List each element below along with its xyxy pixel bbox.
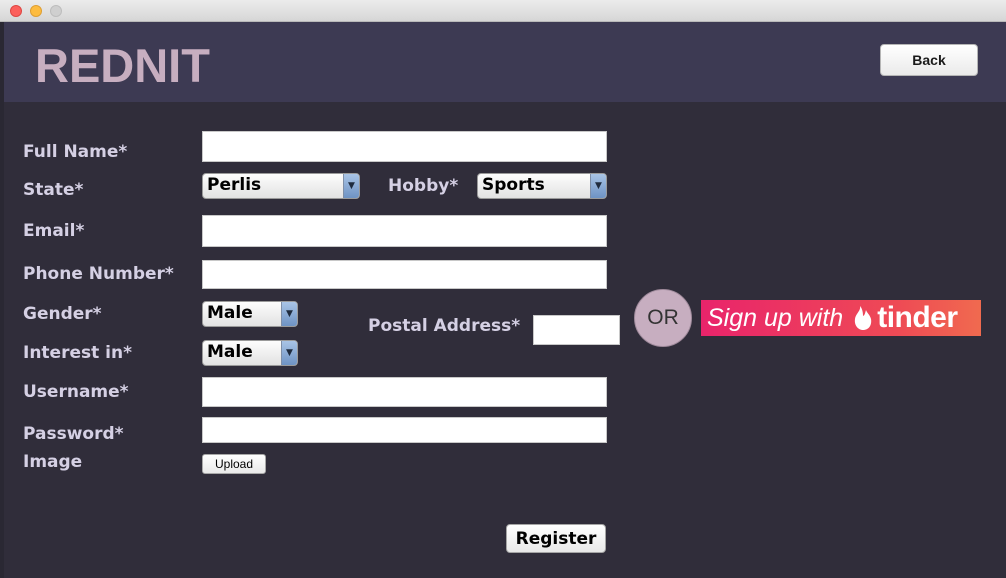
- tinder-signup-button[interactable]: Sign up with tinder: [701, 300, 981, 336]
- interest-select-value: Male: [207, 342, 253, 362]
- state-select[interactable]: Perlis ▼: [202, 173, 360, 199]
- tinder-signup-text: Sign up with: [707, 303, 844, 332]
- chevron-down-icon: ▼: [343, 174, 359, 198]
- password-label: Password*: [23, 424, 124, 444]
- chevron-down-icon: ▼: [281, 341, 297, 365]
- flame-icon: [855, 306, 872, 330]
- window-minimize-button[interactable]: [30, 5, 42, 17]
- interest-select[interactable]: Male ▼: [202, 340, 298, 366]
- window-titlebar: [0, 0, 1006, 22]
- password-input[interactable]: [202, 417, 607, 443]
- window-frame: [0, 22, 4, 578]
- chevron-down-icon: ▼: [590, 174, 606, 198]
- postal-address-input[interactable]: [533, 315, 620, 345]
- window-close-button[interactable]: [10, 5, 22, 17]
- interest-label: Interest in*: [23, 343, 132, 363]
- username-label: Username*: [23, 382, 129, 402]
- phone-input[interactable]: [202, 260, 607, 289]
- phone-label: Phone Number*: [23, 264, 174, 284]
- app-header: REDNIT Back: [4, 22, 1006, 102]
- hobby-select[interactable]: Sports ▼: [477, 173, 607, 199]
- tinder-brand-text: tinder: [877, 301, 958, 334]
- hobby-label: Hobby*: [388, 176, 459, 196]
- gender-select-value: Male: [207, 303, 253, 323]
- state-label: State*: [23, 180, 84, 200]
- app-logo: REDNIT: [35, 39, 210, 92]
- chevron-down-icon: ▼: [281, 302, 297, 326]
- image-label: Image: [23, 452, 83, 472]
- back-button[interactable]: Back: [880, 44, 978, 76]
- username-input[interactable]: [202, 377, 607, 407]
- gender-label: Gender*: [23, 304, 102, 324]
- or-divider: OR: [634, 289, 692, 347]
- postal-address-label: Postal Address*: [368, 316, 521, 336]
- state-select-value: Perlis: [207, 175, 262, 195]
- full-name-input[interactable]: [202, 131, 607, 162]
- register-button[interactable]: Register: [506, 524, 606, 553]
- full-name-label: Full Name*: [23, 142, 128, 162]
- upload-button[interactable]: Upload: [202, 454, 266, 474]
- email-label: Email*: [23, 221, 85, 241]
- gender-select[interactable]: Male ▼: [202, 301, 298, 327]
- window-maximize-button[interactable]: [50, 5, 62, 17]
- email-input[interactable]: [202, 215, 607, 247]
- hobby-select-value: Sports: [482, 175, 545, 195]
